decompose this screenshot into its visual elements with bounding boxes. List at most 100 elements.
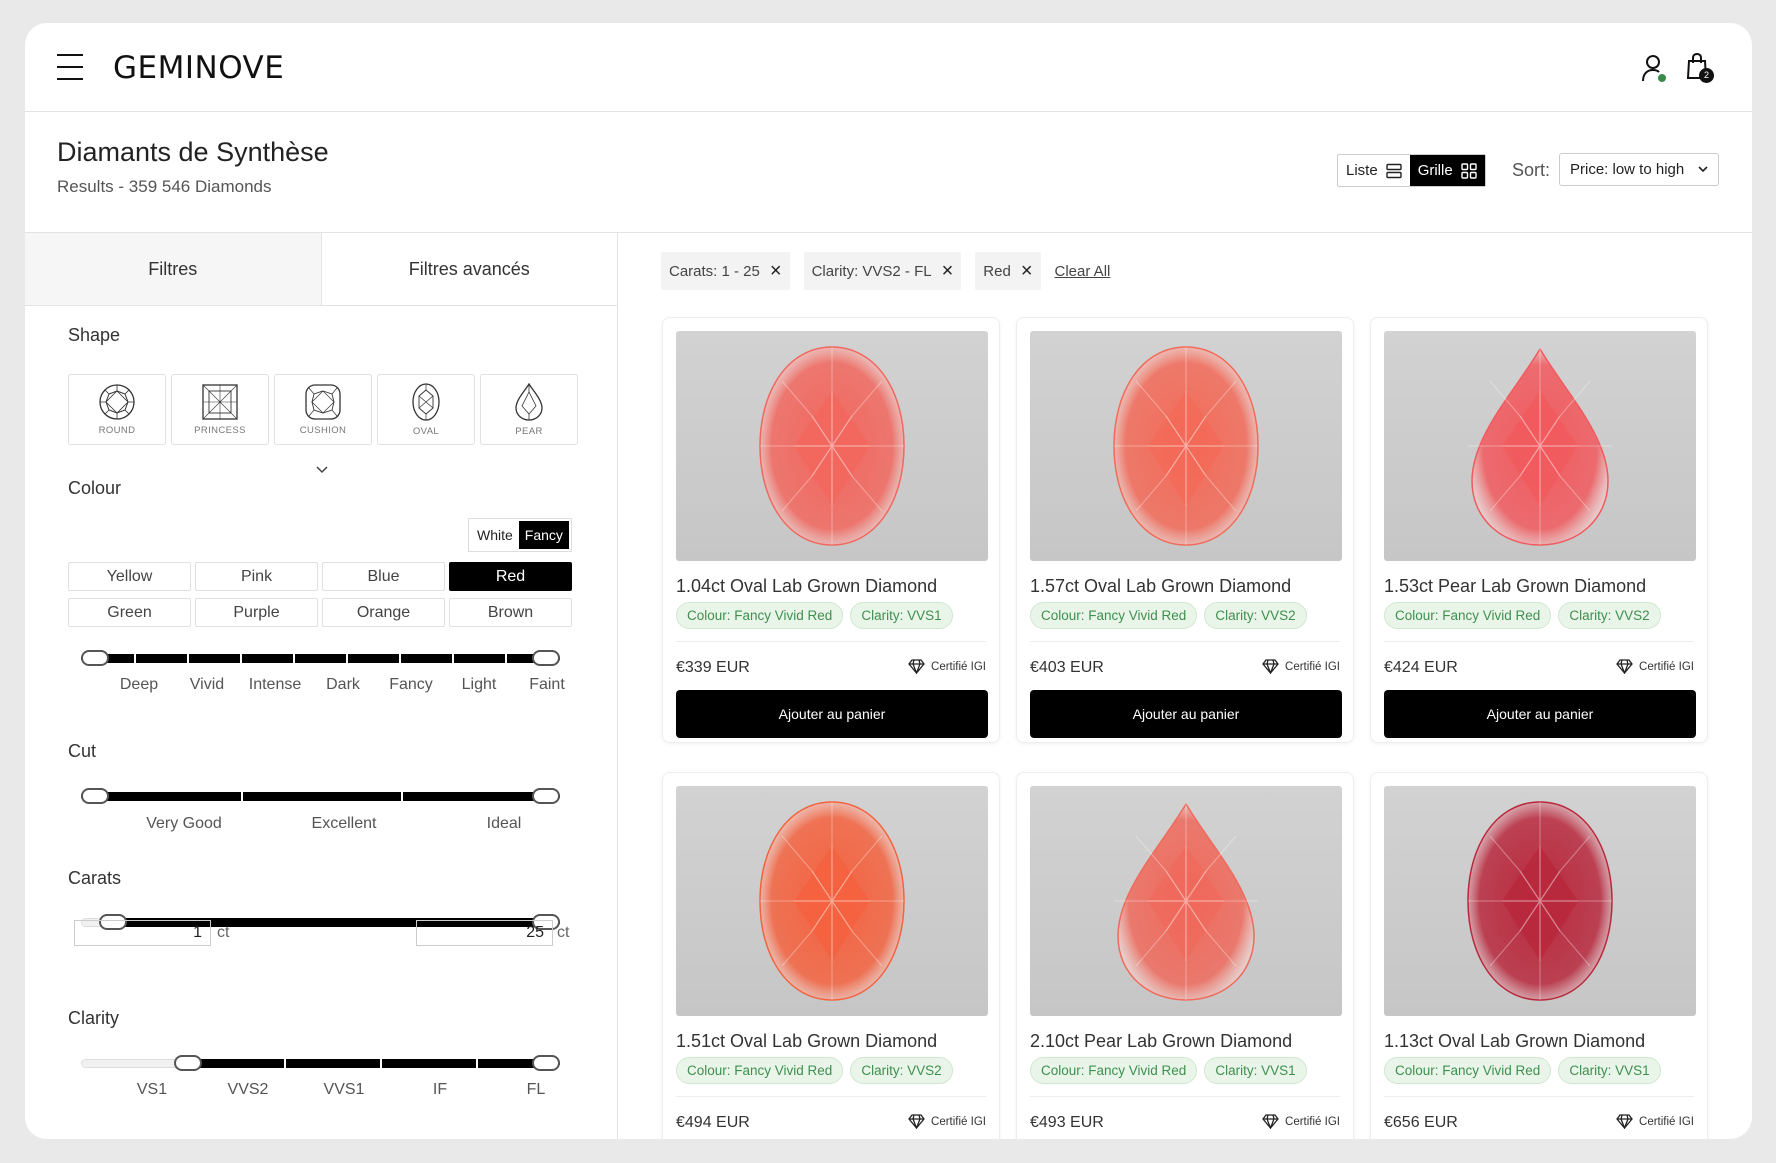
product-card-6[interactable]: 1.13ct Oval Lab Grown Diamond Colour: Fa… bbox=[1370, 772, 1708, 1139]
colour-badge: Colour: Fancy Vivid Red bbox=[1030, 1057, 1198, 1084]
user-account-icon[interactable] bbox=[1641, 53, 1667, 83]
product-badges: Colour: Fancy Vivid Red Clarity: VVS2 bbox=[1384, 602, 1661, 629]
product-card-4[interactable]: 1.51ct Oval Lab Grown Diamond Colour: Fa… bbox=[662, 772, 1000, 1139]
product-image[interactable] bbox=[1030, 331, 1342, 561]
product-card-3[interactable]: 1.53ct Pear Lab Grown Diamond Colour: Fa… bbox=[1370, 317, 1708, 743]
diamond-icon bbox=[908, 1114, 925, 1129]
shape-round[interactable]: ROUND bbox=[68, 374, 166, 445]
white-toggle-button[interactable]: White bbox=[471, 521, 519, 549]
clarity-min-handle[interactable] bbox=[174, 1055, 202, 1071]
scale-label: VS1 bbox=[136, 1081, 168, 1098]
colour-blue[interactable]: Blue bbox=[322, 562, 445, 591]
add-to-cart-button[interactable]: Ajouter au panier bbox=[1384, 690, 1696, 738]
product-price: €403 EUR bbox=[1030, 659, 1104, 676]
certificate-info: Certifié IGI bbox=[908, 659, 986, 674]
grid-view-label: Grille bbox=[1417, 162, 1453, 179]
filter-tabs: Filtres Filtres avancés bbox=[25, 233, 617, 306]
divider bbox=[676, 641, 986, 642]
product-image[interactable] bbox=[676, 786, 988, 1016]
product-image[interactable] bbox=[1384, 786, 1696, 1016]
scale-label: Fancy bbox=[389, 676, 433, 693]
colour-red[interactable]: Red bbox=[449, 562, 572, 591]
scale-label: Vivid bbox=[189, 676, 225, 693]
scale-label: Faint bbox=[529, 676, 565, 693]
clarity-badge: Clarity: VVS1 bbox=[1204, 1057, 1307, 1084]
product-title[interactable]: 1.13ct Oval Lab Grown Diamond bbox=[1384, 1031, 1645, 1052]
colour-brown[interactable]: Brown bbox=[449, 598, 572, 627]
product-card-1[interactable]: 1.04ct Oval Lab Grown Diamond Colour: Fa… bbox=[662, 317, 1000, 743]
carats-min-input[interactable]: 1 bbox=[74, 920, 211, 946]
intensity-slider[interactable] bbox=[81, 644, 560, 672]
shape-name: CUSHION bbox=[299, 425, 347, 436]
cut-max-handle[interactable] bbox=[532, 788, 560, 804]
intensity-min-handle[interactable] bbox=[81, 650, 109, 666]
cut-label: Cut bbox=[68, 741, 97, 761]
product-title[interactable]: 1.51ct Oval Lab Grown Diamond bbox=[676, 1031, 937, 1052]
product-card-5[interactable]: 2.10ct Pear Lab Grown Diamond Colour: Fa… bbox=[1016, 772, 1354, 1139]
expand-shapes-chevron-icon[interactable] bbox=[315, 465, 329, 474]
cut-slider[interactable] bbox=[81, 782, 560, 810]
clarity-max-handle[interactable] bbox=[532, 1055, 560, 1071]
clarity-badge: Clarity: VVS1 bbox=[1558, 1057, 1661, 1084]
certificate-label: Certifié IGI bbox=[1639, 660, 1694, 673]
close-icon[interactable]: × bbox=[1021, 261, 1033, 281]
clarity-label: Clarity bbox=[68, 1008, 120, 1028]
add-to-cart-button[interactable]: Ajouter au panier bbox=[676, 690, 988, 738]
tab-filters[interactable]: Filtres bbox=[25, 233, 322, 305]
fancy-toggle-button[interactable]: Fancy bbox=[518, 521, 569, 549]
product-title[interactable]: 1.04ct Oval Lab Grown Diamond bbox=[676, 576, 937, 597]
product-title[interactable]: 1.57ct Oval Lab Grown Diamond bbox=[1030, 576, 1291, 597]
colour-pink[interactable]: Pink bbox=[195, 562, 318, 591]
shape-oval[interactable]: OVAL bbox=[377, 374, 475, 445]
colour-purple[interactable]: Purple bbox=[195, 598, 318, 627]
product-image[interactable] bbox=[1384, 331, 1696, 561]
add-to-cart-button[interactable]: Ajouter au panier bbox=[1030, 690, 1342, 738]
product-image[interactable] bbox=[676, 331, 988, 561]
colour-green[interactable]: Green bbox=[68, 598, 191, 627]
shape-pear[interactable]: PEAR bbox=[480, 374, 578, 445]
carats-min-unit: ct bbox=[217, 924, 230, 941]
tab-advanced-filters[interactable]: Filtres avancés bbox=[322, 233, 618, 305]
cut-min-handle[interactable] bbox=[81, 788, 109, 804]
cart-button[interactable]: 2 bbox=[1685, 52, 1715, 84]
list-view-button[interactable]: Liste bbox=[1338, 155, 1410, 186]
certificate-info: Certifié IGI bbox=[1262, 1114, 1340, 1129]
sort-select[interactable]: Price: low to high bbox=[1559, 153, 1719, 186]
product-title[interactable]: 2.10ct Pear Lab Grown Diamond bbox=[1030, 1031, 1292, 1052]
colour-yellow[interactable]: Yellow bbox=[68, 562, 191, 591]
grid-view-button[interactable]: Grille bbox=[1409, 155, 1485, 186]
colour-badge: Colour: Fancy Vivid Red bbox=[676, 602, 844, 629]
filter-chip-colour: Red × bbox=[975, 252, 1041, 290]
close-icon[interactable]: × bbox=[942, 261, 954, 281]
product-badges: Colour: Fancy Vivid Red Clarity: VVS1 bbox=[1030, 1057, 1307, 1084]
intensity-max-handle[interactable] bbox=[532, 650, 560, 666]
scale-label: Intense bbox=[248, 676, 302, 693]
clarity-badge: Clarity: VVS2 bbox=[1558, 602, 1661, 629]
brand-logo[interactable]: GEMINOVE bbox=[113, 50, 284, 86]
shape-princess[interactable]: PRINCESS bbox=[171, 374, 269, 445]
clear-all-link[interactable]: Clear All bbox=[1055, 263, 1111, 280]
certificate-label: Certifié IGI bbox=[931, 1115, 986, 1128]
certificate-info: Certifié IGI bbox=[1616, 1114, 1694, 1129]
product-image[interactable] bbox=[1030, 786, 1342, 1016]
carats-max-input[interactable]: 25 bbox=[416, 920, 553, 946]
product-card-2[interactable]: 1.57ct Oval Lab Grown Diamond Colour: Fa… bbox=[1016, 317, 1354, 743]
shape-label: Shape bbox=[68, 325, 121, 345]
app-window: GEMINOVE 2 Diamants de Synthèse Results … bbox=[25, 23, 1752, 1139]
clarity-badge: Clarity: VVS2 bbox=[1204, 602, 1307, 629]
top-bar: GEMINOVE 2 bbox=[25, 23, 1752, 112]
shape-cushion[interactable]: CUSHION bbox=[274, 374, 372, 445]
oval-gem-illustration bbox=[1113, 346, 1259, 546]
clarity-slider[interactable] bbox=[81, 1049, 560, 1077]
menu-icon[interactable] bbox=[57, 54, 83, 80]
diamond-icon bbox=[1262, 659, 1279, 674]
colour-label: Colour bbox=[68, 478, 122, 498]
close-icon[interactable]: × bbox=[770, 261, 782, 281]
colour-orange[interactable]: Orange bbox=[322, 598, 445, 627]
product-badges: Colour: Fancy Vivid Red Clarity: VVS1 bbox=[1384, 1057, 1661, 1084]
product-title[interactable]: 1.53ct Pear Lab Grown Diamond bbox=[1384, 576, 1646, 597]
filter-chip-clarity: Clarity: VVS2 - FL × bbox=[803, 252, 962, 290]
scale-label: Ideal bbox=[486, 815, 522, 832]
oval-gem-illustration bbox=[1467, 801, 1613, 1001]
clarity-labels: VS1 VVS2 VVS1 IF FL bbox=[104, 1081, 584, 1099]
